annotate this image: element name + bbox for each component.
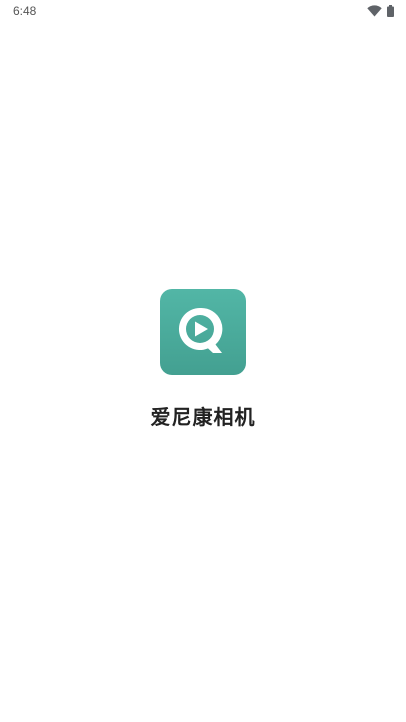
status-bar: 6:48	[0, 0, 406, 24]
status-icons	[367, 4, 394, 18]
app-logo	[160, 289, 246, 375]
status-time: 6:48	[13, 4, 37, 18]
wifi-icon	[367, 2, 382, 21]
battery-icon	[387, 2, 394, 21]
splash-screen: 爱尼康相机	[0, 289, 406, 429]
play-chat-icon	[175, 305, 231, 359]
app-name: 爱尼康相机	[150, 405, 256, 429]
